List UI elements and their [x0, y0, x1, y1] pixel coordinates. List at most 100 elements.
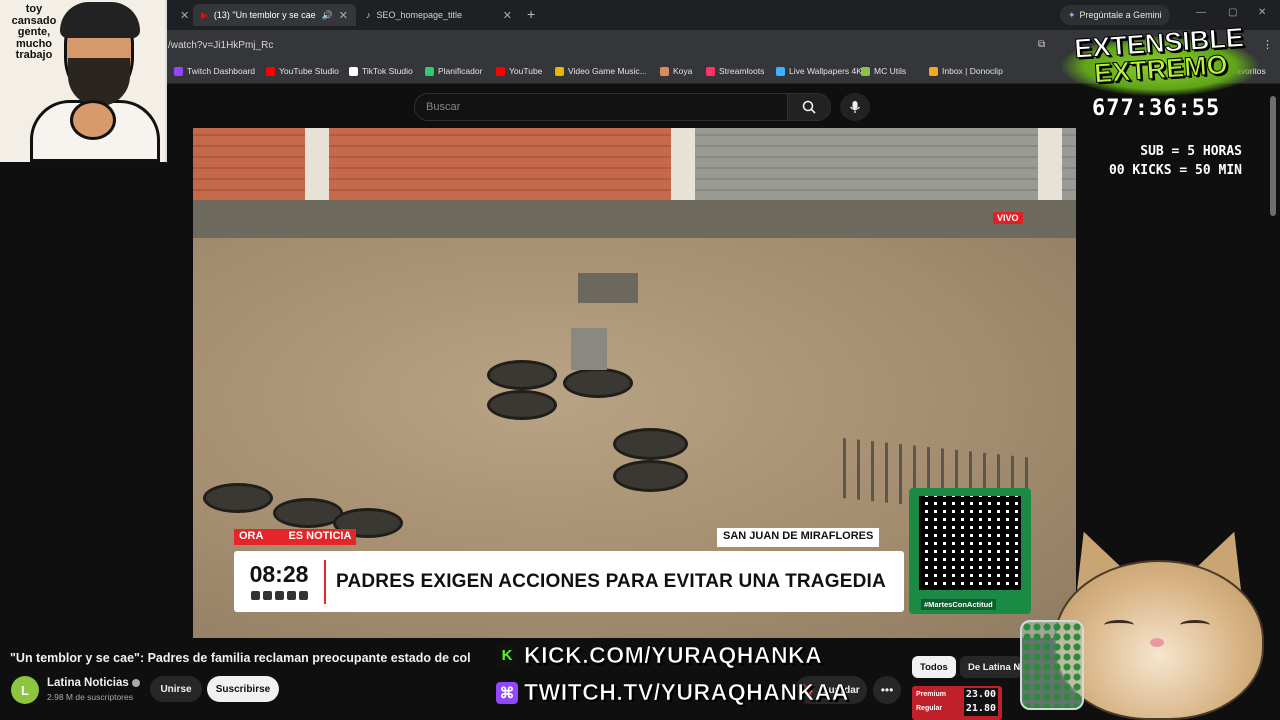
more-dots-icon: ••• [880, 683, 894, 697]
bookmark-label: YouTube [509, 66, 543, 76]
bookmark-item[interactable]: MC Utils [861, 66, 906, 76]
bookmark-item[interactable]: Streamloots [706, 66, 764, 76]
facebook-icon [262, 591, 272, 600]
avatar-hand [70, 100, 116, 140]
cast-icon[interactable]: ⧉ [1038, 39, 1045, 50]
screen: ✕ ▶ (13) "Un temblor y se cae": 🔊 ✕ ♪ SE… [0, 0, 1280, 720]
speaker-icon[interactable]: 🔊 [322, 10, 333, 21]
bookmark-item[interactable]: Live Wallpapers 4K [776, 66, 862, 76]
twitch-url: TWITCH.TV/YURAQHANKAA [524, 679, 849, 706]
video-scene-tire [203, 483, 273, 513]
bookmark-favicon-icon [861, 66, 870, 76]
kick-link-row: K KICK.COM/YURAQHANKA [496, 642, 822, 669]
twitch-logo-icon: ⌘ [496, 681, 518, 704]
page-scrollbar[interactable] [1270, 96, 1276, 216]
streamer-cam-overlay: toy cansado gente, mucho trabajo [0, 0, 167, 162]
channel-name[interactable]: Latina Noticias [47, 677, 140, 689]
subscriber-count: 2.98 M de suscriptores [47, 692, 133, 702]
video-scene-block-wall [693, 128, 1076, 200]
youtube-icon [286, 591, 296, 600]
news-tag-left: ORA [239, 530, 264, 542]
cat-eye [1180, 620, 1210, 630]
bookmark-favicon-icon [425, 66, 434, 76]
gas-regular-price: 21.80 [963, 702, 998, 716]
bookmark-label: TikTok Studio [362, 66, 413, 76]
video-player[interactable]: VIVO ORA ES NOTICIA SAN JUAN DE MIRAFLOR… [193, 128, 1076, 638]
tab-title: SEO_homepage_title [376, 10, 463, 20]
channel-avatar[interactable]: L [11, 676, 39, 704]
tab-youtube-video[interactable]: ▶ (13) "Un temblor y se cae": 🔊 ✕ [193, 4, 356, 26]
gas-row-regular: Regular 21.80 [916, 702, 998, 716]
window-close-icon[interactable]: ✕ [1258, 7, 1266, 18]
location-label: SAN JUAN DE MIRAFLORES [717, 528, 880, 547]
news-tag-label: ES NOTICIA [288, 530, 352, 542]
qr-hashtag: #MartesConActitud [921, 599, 996, 610]
subathon-timer: 677:36:55 [1092, 96, 1221, 121]
menu-dots-icon[interactable]: ⋮ [1262, 38, 1273, 51]
bookmark-label: Koya [673, 66, 693, 76]
voice-search-button[interactable] [840, 93, 870, 121]
bookmark-favicon-icon [660, 66, 669, 76]
bookmark-item[interactable]: Koya [660, 66, 692, 76]
bookmark-item[interactable]: YouTube Studio [266, 66, 339, 76]
bookmark-favicon-icon [929, 66, 938, 76]
close-icon[interactable]: ✕ [339, 9, 348, 22]
x-icon [274, 591, 284, 600]
bookmark-label: Live Wallpapers 4K [789, 66, 862, 76]
video-scene-ledge [193, 200, 1076, 238]
more-actions-button[interactable]: ••• [873, 676, 901, 704]
gas-premium-price: 23.00 [963, 688, 998, 702]
verified-icon [131, 678, 140, 687]
close-icon[interactable]: ✕ [503, 9, 512, 22]
video-scene-tire [487, 390, 557, 420]
bookmark-item[interactable]: Twitch Dashboard [174, 66, 255, 76]
video-scene-pillar [1038, 128, 1062, 208]
chip-all[interactable]: Todos [912, 656, 956, 678]
headline-divider [324, 559, 326, 604]
kick-logo-icon: K [496, 644, 518, 667]
url-field[interactable]: /watch?v=Ji1HkPmj_Rc [168, 40, 273, 51]
bookmark-label: Planificador [438, 66, 483, 76]
bookmark-item[interactable]: Planificador [425, 66, 482, 76]
video-scene-pillar [305, 128, 329, 208]
social-icons [234, 591, 324, 600]
headline-banner: 08:28 PADRES EXIGEN ACCIONES PARA EVITAR… [234, 551, 904, 612]
browser-tab-bar: ✕ ▶ (13) "Un temblor y se cae": 🔊 ✕ ♪ SE… [0, 0, 1280, 30]
video-scene-tire [563, 368, 633, 398]
bookmark-item[interactable]: YouTube [496, 66, 542, 76]
minimize-icon[interactable]: — [1196, 7, 1206, 18]
bookmark-favicon-icon [349, 66, 358, 76]
rule-subs: SUB = 5 HORAS [1140, 144, 1242, 159]
gemini-button[interactable]: ✦ Pregúntale a Gemini [1060, 5, 1170, 25]
bookmark-item[interactable]: Video Game Music... [555, 66, 647, 76]
search-icon [802, 100, 816, 114]
video-scene-pillar [671, 128, 695, 208]
cam-caption: toy cansado gente, mucho trabajo [11, 3, 57, 62]
close-icon[interactable]: ✕ [180, 9, 189, 22]
gas-price-widget: Premium 23.00 Regular 21.80 [912, 686, 1002, 720]
search-button[interactable] [787, 93, 831, 121]
headline-text: PADRES EXIGEN ACCIONES PARA EVITAR UNA T… [336, 570, 886, 592]
bookmark-item[interactable]: Inbox | Donoclip [929, 66, 1003, 76]
kick-url: KICK.COM/YURAQHANKA [524, 642, 823, 669]
chip-channel[interactable]: De Latina N [960, 656, 1022, 678]
maximize-icon[interactable]: ▢ [1228, 7, 1237, 18]
channel-name-text[interactable]: Latina Noticias [47, 677, 129, 689]
tab-seo[interactable]: ♪ SEO_homepage_title ✕ [358, 4, 520, 26]
gas-regular-label: Regular [916, 705, 943, 712]
bookmark-label: YouTube Studio [279, 66, 339, 76]
new-tab-icon[interactable]: + [527, 6, 535, 22]
video-scene-debris [578, 273, 638, 303]
cat-eye [1104, 620, 1134, 630]
gemini-label: Pregúntale a Gemini [1079, 10, 1162, 20]
join-button[interactable]: Unirse [150, 676, 202, 702]
subscribe-button[interactable]: Suscribirse [207, 676, 279, 702]
bookmark-item[interactable]: TikTok Studio [349, 66, 413, 76]
tip-jar [1020, 620, 1084, 710]
bookmark-label: Inbox | Donoclip [942, 66, 1003, 76]
qr-code-card: #MartesConActitud [909, 488, 1031, 614]
avatar-hair [60, 2, 140, 38]
bookmark-label: Video Game Music... [568, 66, 647, 76]
twitch-link-row: ⌘ TWITCH.TV/YURAQHANKAA [496, 679, 849, 706]
search-input[interactable]: Buscar [414, 93, 788, 121]
